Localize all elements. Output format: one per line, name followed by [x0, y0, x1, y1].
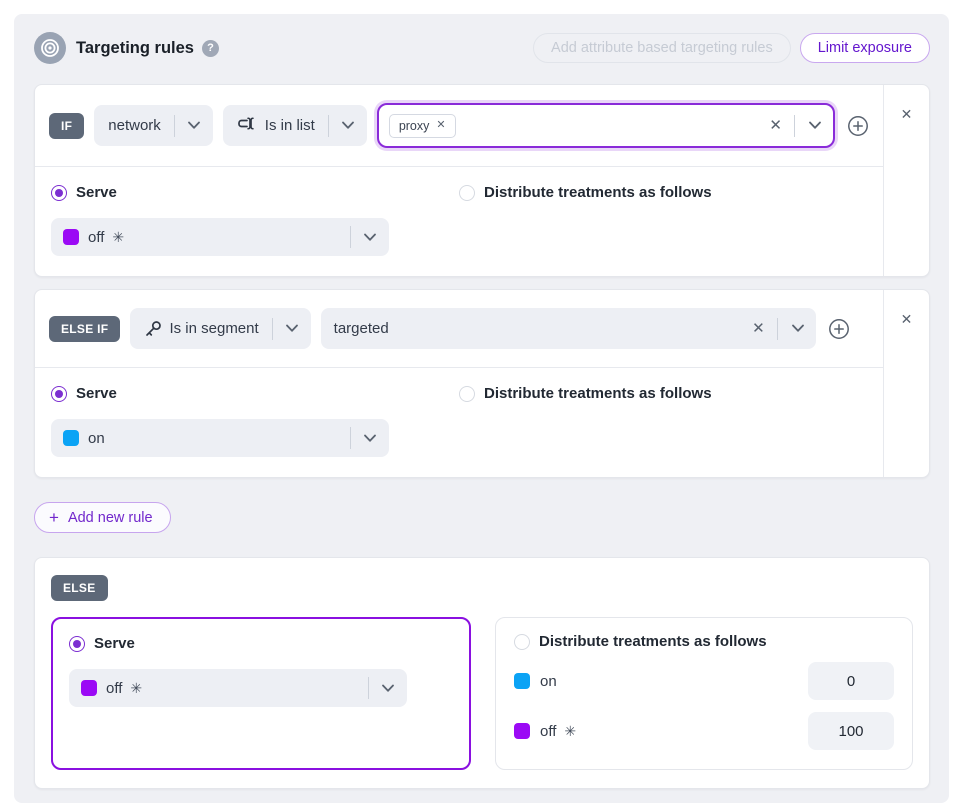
serve-radio-option[interactable]: Serve [51, 385, 459, 402]
else-distribute-card[interactable]: Distribute treatments as follows on off … [495, 617, 913, 770]
else-if-badge: ELSE IF [49, 316, 120, 342]
add-condition-icon[interactable] [847, 115, 869, 137]
treatment-swatch [81, 680, 97, 696]
delete-rule-icon[interactable]: ✕ [901, 107, 913, 121]
condition-row: ELSE IF Is in segment targe [35, 290, 883, 367]
distribute-label: Distribute treatments as follows [484, 184, 712, 201]
matcher-value: Is in list [265, 117, 315, 134]
serve-radio-option[interactable]: Serve [69, 635, 453, 652]
segment-value-input[interactable]: targeted ✕ [321, 308, 816, 349]
attribute-select[interactable]: network [94, 105, 213, 146]
serve-radio-option[interactable]: Serve [51, 184, 459, 201]
clear-values-icon[interactable]: ✕ [763, 118, 788, 133]
limit-exposure-button[interactable]: Limit exposure [800, 33, 930, 63]
serve-label: Serve [94, 635, 135, 652]
distribute-label: Distribute treatments as follows [484, 385, 712, 402]
distribution-row: on [514, 662, 894, 700]
serve-section: Serve Distribute treatments as follows o… [35, 367, 883, 477]
serve-section: Serve Distribute treatments as follows o… [35, 166, 883, 276]
else-badge: ELSE [51, 575, 108, 601]
segment-key-icon [144, 320, 162, 338]
treatment-swatch [514, 723, 530, 739]
treatment-name: on [540, 673, 557, 690]
condition-row: IF network Is in list [35, 85, 883, 166]
delete-rule-icon[interactable]: ✕ [901, 312, 913, 326]
chevron-down-icon[interactable] [351, 233, 389, 242]
treatment-name: off [88, 229, 104, 246]
add-attribute-rules-button[interactable]: Add attribute based targeting rules [533, 33, 791, 63]
treatment-swatch [514, 673, 530, 689]
serve-label: Serve [76, 184, 117, 201]
else-serve-card[interactable]: Serve off ✳ [51, 617, 471, 770]
distribute-radio-option[interactable]: Distribute treatments as follows [459, 184, 867, 201]
matcher-value: Is in segment [169, 320, 258, 337]
rule-card-else-if: ELSE IF Is in segment targe [34, 289, 930, 478]
value-chip: proxy ✕ [389, 114, 456, 138]
add-condition-icon[interactable] [828, 318, 850, 340]
treatment-swatch [63, 430, 79, 446]
rule-card-if: IF network Is in list [34, 84, 930, 277]
string-match-icon [237, 117, 258, 134]
rule-close-column: ✕ [883, 290, 929, 477]
chip-remove-icon[interactable]: ✕ [436, 120, 445, 131]
radio-unselected[interactable] [459, 185, 475, 201]
default-treatment-icon: ✳ [564, 723, 576, 740]
distribute-radio-option[interactable]: Distribute treatments as follows [459, 385, 867, 402]
default-treatment-icon: ✳ [112, 229, 124, 246]
chevron-down-icon[interactable] [801, 121, 829, 130]
matcher-values-input[interactable]: proxy ✕ ✕ [377, 103, 835, 148]
attribute-value: network [108, 117, 161, 134]
chevron-down-icon[interactable] [784, 324, 812, 333]
treatment-select[interactable]: off ✳ [69, 669, 407, 707]
chip-label: proxy [399, 119, 430, 133]
treatment-select[interactable]: on [51, 419, 389, 457]
percentage-input[interactable] [808, 712, 894, 750]
help-icon[interactable]: ? [202, 40, 219, 57]
if-badge: IF [49, 113, 84, 139]
targeting-bullseye-icon [34, 32, 66, 64]
treatment-select[interactable]: off ✳ [51, 218, 389, 256]
percentage-input[interactable] [808, 662, 894, 700]
treatment-name: on [88, 430, 105, 447]
chevron-down-icon[interactable] [329, 121, 367, 130]
plus-icon: + [49, 509, 59, 526]
add-new-rule-button[interactable]: + Add new rule [34, 502, 171, 533]
chevron-down-icon[interactable] [351, 434, 389, 443]
clear-value-icon[interactable]: ✕ [746, 321, 771, 336]
header: Targeting rules ? Add attribute based ta… [34, 24, 930, 72]
distribution-row: off ✳ [514, 712, 894, 750]
targeting-rules-panel: Targeting rules ? Add attribute based ta… [14, 14, 949, 803]
add-new-rule-label: Add new rule [68, 510, 153, 526]
radio-unselected[interactable] [514, 634, 530, 650]
radio-unselected[interactable] [459, 386, 475, 402]
segment-value: targeted [334, 320, 389, 337]
page-title: Targeting rules [76, 39, 194, 58]
chevron-down-icon[interactable] [369, 684, 407, 693]
distribute-label: Distribute treatments as follows [539, 633, 767, 650]
matcher-select[interactable]: Is in segment [130, 308, 310, 349]
distribute-radio-option[interactable]: Distribute treatments as follows [514, 633, 894, 650]
chevron-down-icon[interactable] [175, 121, 213, 130]
matcher-select[interactable]: Is in list [223, 105, 367, 146]
chevron-down-icon[interactable] [273, 324, 311, 333]
treatment-name: off [106, 680, 122, 697]
default-treatment-icon: ✳ [130, 680, 142, 697]
rule-close-column: ✕ [883, 85, 929, 276]
else-rule-card: ELSE Serve off ✳ [34, 557, 930, 789]
treatment-swatch [63, 229, 79, 245]
treatment-name: off [540, 723, 556, 740]
radio-selected[interactable] [51, 185, 67, 201]
serve-label: Serve [76, 385, 117, 402]
radio-selected[interactable] [51, 386, 67, 402]
radio-selected[interactable] [69, 636, 85, 652]
